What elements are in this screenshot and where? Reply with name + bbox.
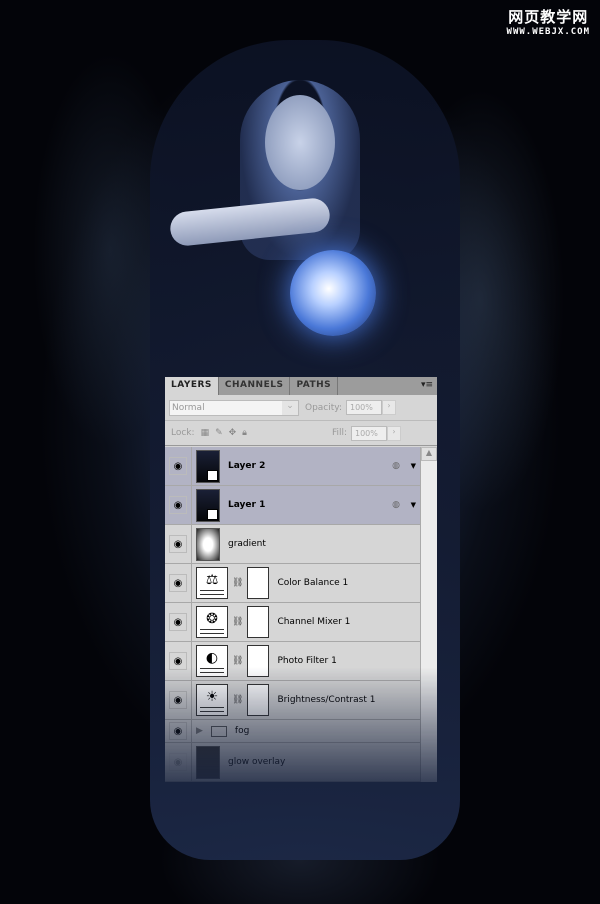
layer-row-brightness-contrast[interactable]: ◉ ☀ ⛓ Brightness/Contrast 1 [165, 681, 420, 720]
layer-row-fog-group[interactable]: ◉ ▶ fog [165, 720, 420, 743]
layer-name: Channel Mixer 1 [277, 617, 351, 627]
eye-icon[interactable]: ◉ [169, 574, 187, 592]
eye-icon[interactable]: ◉ [169, 457, 187, 475]
layer-name: fog [234, 726, 250, 736]
effects-icon[interactable]: ◍ [392, 461, 400, 471]
layer-thumbnail [196, 745, 220, 779]
layer-name: Layer 1 [228, 500, 266, 510]
layer-mask-thumbnail [247, 684, 270, 716]
scroll-up-arrow[interactable]: ▲ [421, 447, 437, 461]
watermark-logo: 网页教学网 WWW.WEBJX.COM [507, 6, 590, 37]
link-icon[interactable]: ⛓ [232, 656, 243, 666]
eye-icon[interactable]: ◉ [169, 753, 187, 771]
layer-row-layer-1[interactable]: ◉ Layer 1 ◍ ▼ [165, 486, 420, 525]
layer-name: Color Balance 1 [277, 578, 349, 588]
layer-name: gradient [228, 539, 266, 549]
layer-thumbnail [196, 527, 220, 561]
layer-name: glow overlay [228, 757, 286, 767]
expand-arrow-icon[interactable]: ▼ [411, 462, 416, 470]
tab-layers[interactable]: LAYERS [165, 377, 219, 395]
opacity-slider-arrow[interactable]: › [382, 400, 396, 415]
chevron-down-icon: ⌄ [282, 400, 298, 415]
folder-icon [210, 725, 227, 737]
layer-mask-thumbnail [247, 606, 270, 638]
face [265, 95, 335, 190]
eye-icon[interactable]: ◉ [169, 535, 187, 553]
opacity-input[interactable]: 100% [346, 400, 382, 415]
eye-icon[interactable]: ◉ [169, 652, 187, 670]
eye-icon[interactable]: ◉ [169, 613, 187, 631]
panel-menu-icon[interactable]: ▾≡ [421, 380, 433, 390]
eye-icon[interactable]: ◉ [169, 722, 187, 740]
fill-label: Fill: [331, 428, 347, 438]
expand-triangle-icon[interactable]: ▶ [196, 726, 203, 736]
eye-icon[interactable]: ◉ [169, 496, 187, 514]
layers-panel: LAYERS CHANNELS PATHS ▾≡ Normal ⌄ Opacity… [165, 377, 437, 782]
opacity-label: Opacity: [305, 402, 342, 413]
glowing-orb [290, 250, 376, 336]
layer-thumbnail [196, 449, 220, 483]
blend-mode-value: Normal [172, 402, 205, 413]
layer-mask-thumbnail [247, 645, 270, 677]
link-icon[interactable]: ⛓ [232, 695, 243, 705]
layer-row-layer-2[interactable]: ◉ Layer 2 ◍ ▼ [165, 447, 420, 486]
scale-icon: ⚖ [196, 567, 228, 599]
eye-icon[interactable]: ◉ [169, 691, 187, 709]
watermark-line2: WWW.WEBJX.COM [506, 27, 590, 37]
layer-row-color-balance[interactable]: ◉ ⚖ ⛓ Color Balance 1 [165, 564, 420, 603]
lock-all-icon[interactable]: 🔒︎ [242, 428, 247, 438]
effects-icon[interactable]: ◍ [392, 500, 400, 510]
layer-row-glow-overlay[interactable]: ◉ glow overlay [165, 743, 420, 782]
layer-row-channel-mixer[interactable]: ◉ ❂ ⛓ Channel Mixer 1 [165, 603, 420, 642]
lock-brush-icon[interactable]: ✎ [215, 428, 223, 438]
layer-thumbnail [196, 488, 220, 522]
layers-scrollbar[interactable]: ▲ [420, 447, 437, 782]
blend-mode-select[interactable]: Normal ⌄ [169, 399, 299, 416]
layer-name: Layer 2 [228, 461, 266, 471]
expand-arrow-icon[interactable]: ▼ [411, 501, 416, 509]
layer-name: Photo Filter 1 [277, 656, 337, 666]
layer-mask-thumbnail [247, 567, 270, 599]
layer-row-photo-filter[interactable]: ◉ ◐ ⛓ Photo Filter 1 [165, 642, 420, 681]
camera-icon: ◐ [196, 645, 228, 677]
fill-slider-arrow[interactable]: › [387, 425, 401, 441]
tab-paths[interactable]: PATHS [290, 377, 339, 395]
panel-tabs: LAYERS CHANNELS PATHS ▾≡ [165, 377, 437, 395]
link-icon[interactable]: ⛓ [232, 617, 243, 627]
tab-channels[interactable]: CHANNELS [219, 377, 291, 395]
layer-name: Brightness/Contrast 1 [277, 695, 376, 705]
lock-label: Lock: [171, 428, 195, 438]
layers-list: ◉ Layer 2 ◍ ▼ ◉ Layer 1 ◍ ▼ ◉ gradient ◉ ⚖… [165, 447, 420, 782]
lock-transparent-icon[interactable]: ▦ [201, 428, 210, 438]
link-icon[interactable]: ⛓ [232, 578, 243, 588]
watermark-line1: 网页教学网 [508, 8, 589, 26]
sun-icon: ☀ [196, 684, 228, 716]
layer-row-gradient[interactable]: ◉ gradient [165, 525, 420, 564]
circles-icon: ❂ [196, 606, 228, 638]
fill-input[interactable]: 100% [351, 425, 387, 441]
lock-move-icon[interactable]: ✥ [229, 428, 237, 438]
